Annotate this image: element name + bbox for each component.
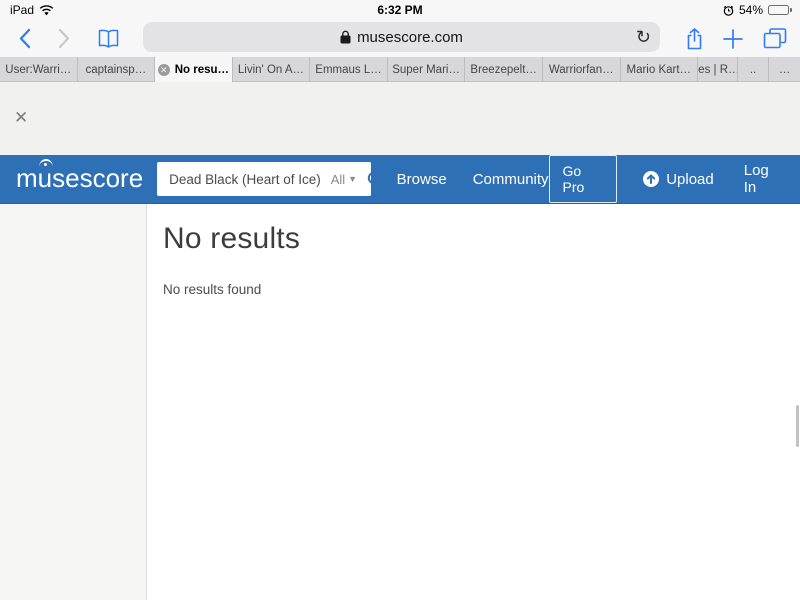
browser-toolbar: musescore.com ↻ bbox=[0, 20, 800, 57]
sidebar bbox=[0, 204, 147, 600]
tab-livin-on-a[interactable]: Livin' On A… bbox=[233, 57, 311, 82]
tabs-overview-button[interactable] bbox=[760, 20, 790, 57]
search-filter-dropdown[interactable]: All ▼ bbox=[321, 172, 367, 187]
go-pro-button[interactable]: Go Pro bbox=[549, 155, 618, 203]
status-bar: iPad 6:32 PM 54% bbox=[0, 0, 800, 20]
chevron-down-icon: ▼ bbox=[348, 174, 357, 184]
forward-button[interactable] bbox=[52, 20, 76, 57]
search-box: Dead Black (Heart of Ice) All ▼ bbox=[157, 162, 371, 196]
ad-banner-placeholder: ✕ bbox=[0, 82, 800, 155]
musescore-logo[interactable]: musescore bbox=[16, 165, 143, 191]
battery-percent: 54% bbox=[739, 3, 763, 17]
page-body: No results No results found bbox=[0, 204, 800, 600]
log-in-button[interactable]: Log In bbox=[744, 162, 782, 196]
nav-community[interactable]: Community bbox=[473, 171, 549, 188]
alarm-icon bbox=[723, 5, 734, 16]
tab-user-warri[interactable]: User:Warri… bbox=[0, 57, 78, 82]
nav-browse[interactable]: Browse bbox=[397, 171, 447, 188]
tab-super-mari[interactable]: Super Mari… bbox=[388, 57, 466, 82]
clock: 6:32 PM bbox=[0, 3, 800, 17]
scrollbar[interactable] bbox=[796, 405, 799, 447]
tab-close-icon[interactable]: ✕ bbox=[158, 64, 170, 76]
tab-breezepelt[interactable]: Breezepelt… bbox=[465, 57, 543, 82]
search-input[interactable]: Dead Black (Heart of Ice) bbox=[157, 172, 321, 187]
tab-bar: User:Warri… captainsp… ✕ No resu… Livin'… bbox=[0, 57, 800, 82]
tab-warriorfan[interactable]: Warriorfan… bbox=[543, 57, 621, 82]
main-content: No results No results found bbox=[147, 204, 800, 600]
tab-ies-r[interactable]: ies | R… bbox=[698, 57, 738, 82]
address-bar[interactable]: musescore.com ↻ bbox=[143, 22, 660, 52]
url-text: musescore.com bbox=[357, 29, 463, 46]
fermata-icon bbox=[39, 159, 53, 167]
tab-mario-kart[interactable]: Mario Kart… bbox=[621, 57, 699, 82]
battery-icon bbox=[768, 5, 792, 15]
search-button[interactable] bbox=[367, 162, 371, 196]
tab-emmaus[interactable]: Emmaus L… bbox=[310, 57, 388, 82]
tab-truncated-1[interactable]: .. bbox=[738, 57, 769, 82]
page-title: No results bbox=[163, 222, 800, 256]
search-icon bbox=[367, 171, 371, 188]
upload-button[interactable]: Upload bbox=[643, 171, 714, 188]
tab-captainsp[interactable]: captainsp… bbox=[78, 57, 156, 82]
tab-truncated-2[interactable]: … bbox=[769, 57, 800, 82]
new-tab-button[interactable] bbox=[720, 20, 746, 57]
site-header: musescore Dead Black (Heart of Ice) All … bbox=[0, 155, 800, 204]
share-button[interactable] bbox=[681, 20, 707, 57]
upload-circle-icon bbox=[643, 171, 659, 187]
tab-no-results-active[interactable]: ✕ No resu… bbox=[155, 57, 233, 82]
reload-button[interactable]: ↻ bbox=[636, 22, 651, 52]
banner-close-icon[interactable]: ✕ bbox=[14, 108, 28, 128]
back-button[interactable] bbox=[12, 20, 36, 57]
bookmarks-icon[interactable] bbox=[94, 20, 122, 57]
lock-icon bbox=[340, 30, 351, 44]
no-results-message: No results found bbox=[163, 282, 800, 297]
